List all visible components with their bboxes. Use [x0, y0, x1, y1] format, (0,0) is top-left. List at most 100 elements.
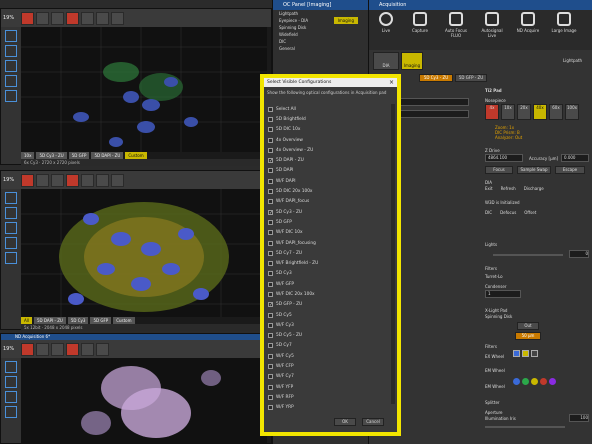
configuration-item[interactable]: W/F Cy7	[268, 372, 393, 382]
checkbox[interactable]	[268, 374, 273, 380]
oc-row[interactable]: Lightpath	[273, 10, 368, 17]
configuration-item[interactable]: W/F DAPI	[268, 176, 393, 186]
sample-swap-button[interactable]: Sample Swap	[517, 166, 551, 174]
discharge-button[interactable]: Discharge	[524, 186, 544, 191]
viewer-tab[interactable]: 10x	[21, 152, 35, 159]
escape-button[interactable]: Escape	[555, 166, 585, 174]
filter-icon[interactable]	[540, 378, 547, 385]
poly-tool-icon[interactable]	[5, 237, 17, 249]
select-all-item[interactable]: Select All	[268, 104, 393, 114]
select-tool-icon[interactable]	[5, 30, 17, 42]
image-viewer-2[interactable]: 19% All 5D DAPI - ZU 5D Cy3 5D GFP Custo…	[0, 170, 272, 331]
layout-icon[interactable]	[96, 342, 109, 356]
checkbox[interactable]	[268, 261, 273, 267]
live-button[interactable]: Live	[371, 12, 401, 33]
objective-button[interactable]: 10x	[501, 104, 515, 120]
light-value[interactable]: 0	[569, 250, 589, 258]
disk-out-button[interactable]: Out	[517, 322, 539, 330]
viewer-tab[interactable]: Custom	[125, 152, 147, 159]
zoom-level[interactable]: 19%	[3, 177, 19, 183]
grid-icon[interactable]	[81, 11, 94, 25]
settings-icon[interactable]	[111, 11, 124, 25]
luts-icon[interactable]	[21, 173, 34, 187]
checkbox[interactable]	[268, 281, 273, 287]
fx-icon[interactable]	[66, 173, 79, 187]
checkbox[interactable]	[268, 302, 273, 308]
z-position-field[interactable]: 4864.100	[485, 154, 523, 162]
config-tab[interactable]: 5D GFP - ZU	[455, 74, 487, 82]
checkbox[interactable]	[268, 219, 273, 225]
checkbox[interactable]	[268, 250, 273, 256]
curve-icon[interactable]	[51, 342, 64, 356]
checkbox[interactable]	[268, 291, 273, 297]
viewer-tab[interactable]: 5D GFP	[68, 152, 90, 159]
checkbox[interactable]	[268, 384, 273, 390]
viewer-tab[interactable]: 5D Cy3 - ZU	[36, 152, 67, 159]
illumination-value[interactable]: 100	[569, 414, 589, 422]
exit-button[interactable]: Exit	[485, 186, 493, 191]
viewer-tab[interactable]: 5D DAPI - ZU	[91, 152, 124, 159]
checkbox[interactable]	[268, 240, 273, 246]
configuration-item[interactable]: 5D DAPI	[268, 166, 393, 176]
checkbox[interactable]	[268, 364, 273, 370]
configuration-item[interactable]: W/F YFP	[268, 382, 393, 392]
filter-icon[interactable]	[522, 378, 529, 385]
curve-icon[interactable]	[51, 173, 64, 187]
select-tool-icon[interactable]	[5, 361, 17, 373]
dia-button[interactable]: DIA	[373, 52, 399, 70]
configuration-item[interactable]: 5D Brightfield	[268, 114, 393, 124]
filter-icon[interactable]	[522, 350, 529, 357]
configuration-item[interactable]: W/F YRP	[268, 403, 393, 413]
measure-tool-icon[interactable]	[5, 90, 17, 102]
microscopy-image-1[interactable]	[21, 27, 267, 152]
configuration-item[interactable]: W/F Cy5	[268, 351, 393, 361]
configuration-item[interactable]: 4x Overview	[268, 135, 393, 145]
configuration-item[interactable]: 5D Cy7 - ZU	[268, 248, 393, 258]
config-tab[interactable]: 5D Cy3 - ZU	[419, 74, 453, 82]
filter-icon[interactable]	[531, 350, 538, 357]
configuration-item[interactable]: 5D Cy3 - ZU	[268, 207, 393, 217]
imaging-button[interactable]: Imaging	[401, 52, 423, 70]
configuration-item[interactable]: 5D Cy5 - ZU	[268, 331, 393, 341]
objective-button[interactable]: 20x	[517, 104, 531, 120]
zoom-level[interactable]: 19%	[3, 15, 19, 21]
layout-icon[interactable]	[96, 173, 109, 187]
oc-row[interactable]: Eyepiece - DIA Imaging	[273, 17, 368, 24]
luts-icon[interactable]	[21, 11, 34, 25]
checkbox[interactable]	[268, 405, 273, 411]
oc-row[interactable]: Widefield	[273, 31, 368, 38]
select-tool-icon[interactable]	[5, 192, 17, 204]
viewer-tab[interactable]: Custom	[113, 317, 135, 324]
checkbox[interactable]	[268, 312, 273, 318]
checkbox[interactable]	[268, 353, 273, 359]
poly-tool-icon[interactable]	[5, 75, 17, 87]
checkbox[interactable]	[268, 199, 273, 205]
checkbox[interactable]	[268, 158, 273, 164]
configuration-item[interactable]: 5D Cy7	[268, 341, 393, 351]
autosignal-button[interactable]: Autosignal Live	[477, 12, 507, 38]
fx-icon[interactable]	[66, 11, 79, 25]
ok-button[interactable]: OK	[334, 418, 356, 426]
checkbox[interactable]	[268, 106, 273, 112]
poly-tool-icon[interactable]	[5, 406, 17, 418]
oc-row[interactable]: Spinning Disk	[273, 24, 368, 31]
checkbox[interactable]	[268, 116, 273, 122]
rect-tool-icon[interactable]	[5, 376, 17, 388]
fx-icon[interactable]	[66, 342, 79, 356]
settings-icon[interactable]	[111, 173, 124, 187]
zoom-level[interactable]: 19%	[3, 346, 19, 352]
filter-icon[interactable]	[531, 378, 538, 385]
checkbox[interactable]	[268, 271, 273, 277]
capture-button[interactable]: Capture	[405, 12, 435, 33]
checkbox[interactable]	[268, 333, 273, 339]
ellipse-tool-icon[interactable]	[5, 222, 17, 234]
measure-tool-icon[interactable]	[5, 252, 17, 264]
configuration-item[interactable]: 5D Cy3	[268, 269, 393, 279]
layout-icon[interactable]	[96, 11, 109, 25]
large-image-button[interactable]: Large Image	[549, 12, 579, 33]
oc-row[interactable]: General	[273, 45, 368, 52]
checkbox[interactable]	[268, 209, 273, 215]
objective-button[interactable]: 40x	[533, 104, 547, 120]
rect-tool-icon[interactable]	[5, 207, 17, 219]
disk-50um-button[interactable]: 50 µm	[515, 332, 541, 340]
